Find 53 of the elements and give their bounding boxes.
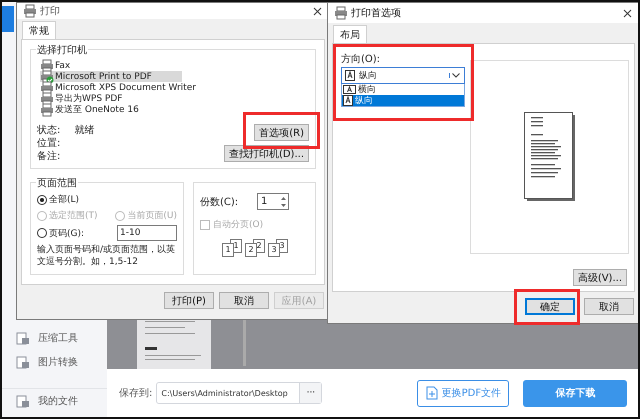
app-logo xyxy=(2,6,14,32)
save-to-label: 保存到: xyxy=(119,387,152,400)
file-icon xyxy=(16,356,30,368)
printer-icon xyxy=(40,102,54,116)
file-icon xyxy=(16,332,30,344)
radio-option[interactable]: 页码(G): xyxy=(37,226,84,240)
file-icon xyxy=(16,394,30,408)
dialog-button[interactable]: 取消 xyxy=(584,298,634,315)
comment-label: 备注: xyxy=(37,150,62,162)
portrait-icon xyxy=(343,95,353,106)
dialog-button[interactable]: 取消 xyxy=(219,292,269,309)
close-icon xyxy=(622,8,632,18)
page-icon: 3 xyxy=(268,243,280,257)
tab[interactable]: 布局 xyxy=(333,25,367,44)
sidebar-item[interactable]: 压缩工具 xyxy=(2,326,107,350)
window-title: 打印 xyxy=(40,4,61,18)
add-file-icon xyxy=(426,386,438,400)
copies-label: 份数(C): xyxy=(200,196,238,208)
group-title: 页面范围 xyxy=(36,176,78,190)
chevron-down-icon xyxy=(449,73,462,78)
sidebar-item[interactable]: 我的文件 xyxy=(2,389,107,413)
path-field[interactable]: C:\Users\Administrator\Desktop ··· xyxy=(156,382,322,404)
hint-text: 输入页面号码和/或页面范围，以英文逗号分割。如，1,5-12 xyxy=(37,244,176,268)
orientation-label: 方向(O): xyxy=(341,52,382,66)
advanced-button[interactable]: 高级(V)... xyxy=(572,269,627,286)
status-label: 状态: xyxy=(37,124,60,136)
group-title: 选择打印机 xyxy=(36,43,88,57)
close-button[interactable] xyxy=(621,7,633,19)
spin-arrows-icon xyxy=(280,194,287,208)
close-icon xyxy=(312,6,322,16)
dropdown-option[interactable]: 横向 xyxy=(342,84,464,95)
dialog-button[interactable]: 打印(P) xyxy=(164,292,214,309)
landscape-icon xyxy=(343,84,356,95)
radio-option[interactable]: 全部(L) xyxy=(37,193,80,206)
dropdown-option[interactable]: 纵向 xyxy=(342,95,464,106)
tab[interactable]: 常规 xyxy=(22,21,56,40)
page-range-field[interactable]: 1-10 xyxy=(117,225,177,241)
location-label: 位置: xyxy=(37,136,62,149)
window-title: 打印首选项 xyxy=(351,6,402,20)
status-value: 就绪 xyxy=(74,124,94,136)
orientation-dropdown[interactable]: 纵向 xyxy=(341,67,465,84)
printer-item[interactable]: 发送至 OneNote 16 xyxy=(40,104,182,115)
page-icon: 2 xyxy=(245,243,257,257)
close-button[interactable] xyxy=(311,5,323,17)
preferences-button[interactable]: 首选项(R) xyxy=(254,124,309,141)
printer-icon xyxy=(334,6,348,20)
printer-item[interactable]: Microsoft Print to PDF xyxy=(40,71,182,82)
copies-spinner[interactable]: 1 xyxy=(257,193,289,210)
page-icon: 1 xyxy=(222,243,234,257)
browse-button[interactable]: ··· xyxy=(299,383,322,403)
portrait-icon xyxy=(345,70,355,81)
dialog-button[interactable]: 确定 xyxy=(525,298,575,315)
sidebar-item[interactable]: 图片转换 xyxy=(2,350,107,374)
